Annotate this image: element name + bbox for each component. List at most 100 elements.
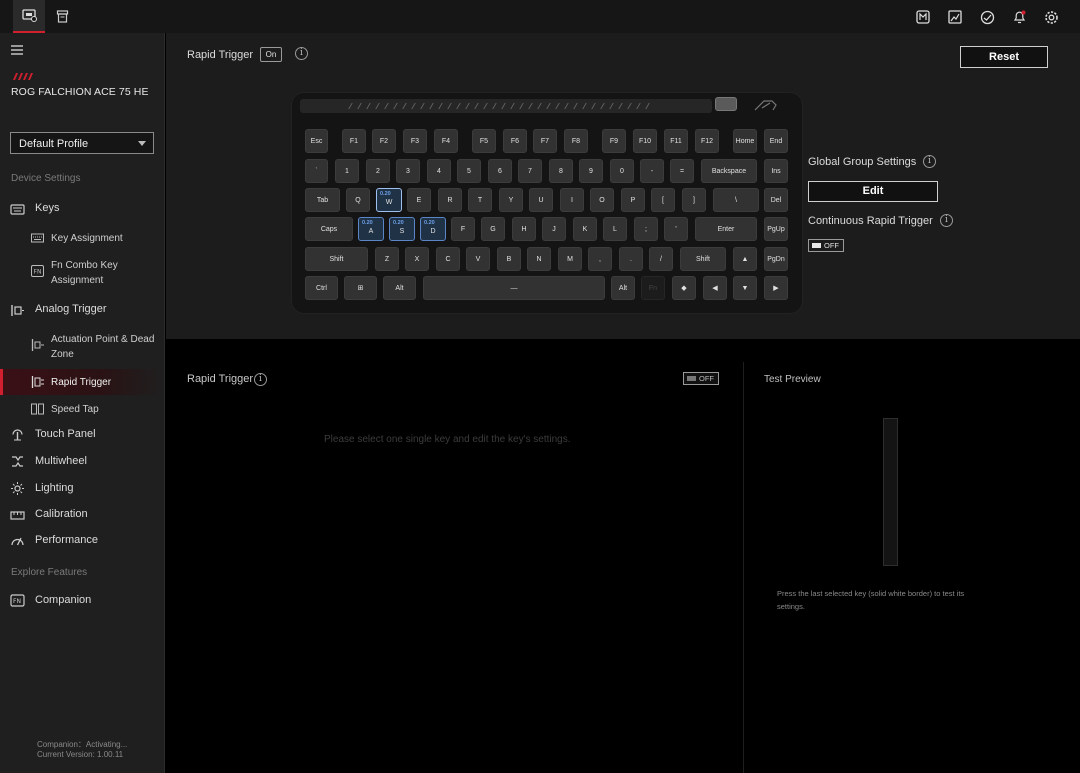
sidebar-item-companion[interactable]: FN Companion (0, 594, 164, 609)
key-q[interactable]: Q (346, 188, 370, 212)
sidebar-item-keys[interactable]: Keys (0, 202, 164, 217)
key-f3[interactable]: F3 (403, 129, 427, 153)
tab-store[interactable] (46, 0, 78, 33)
key-p[interactable]: P (621, 188, 645, 212)
key-f7[interactable]: F7 (533, 129, 557, 153)
key-d[interactable]: 0.20 D (420, 217, 446, 241)
sidebar-item-lighting[interactable]: Lighting (0, 482, 164, 497)
continuous-rapid-trigger-toggle[interactable]: OFF (808, 239, 844, 252)
key-enter[interactable]: Enter (695, 217, 757, 241)
info-icon[interactable]: i (254, 373, 267, 386)
key-symbol[interactable]: = (670, 159, 694, 183)
key-y[interactable]: Y (499, 188, 523, 212)
key-backspace[interactable]: Backspace (701, 159, 757, 183)
key-s[interactable]: 0.20 S (389, 217, 415, 241)
notifications-button[interactable] (1010, 8, 1028, 26)
key-f[interactable]: F (451, 217, 475, 241)
key-4[interactable]: 4 (427, 159, 451, 183)
settings-button[interactable] (1042, 8, 1060, 26)
key-symbol[interactable]: . (619, 247, 643, 271)
key-9[interactable]: 9 (579, 159, 603, 183)
key-f8[interactable]: F8 (564, 129, 588, 153)
key-j[interactable]: J (542, 217, 566, 241)
info-icon[interactable]: i (295, 47, 308, 60)
key-fn[interactable]: Fn (641, 276, 665, 300)
key-f12[interactable]: F12 (695, 129, 719, 153)
key-caps[interactable]: Caps (305, 217, 353, 241)
key-symbol[interactable]: ◆ (672, 276, 696, 300)
image-button[interactable] (946, 8, 964, 26)
key-symbol[interactable]: ▼ (733, 276, 757, 300)
key-g[interactable]: G (481, 217, 505, 241)
key-f2[interactable]: F2 (372, 129, 396, 153)
key-alt[interactable]: Alt (611, 276, 635, 300)
key-v[interactable]: V (466, 247, 490, 271)
key-pgup[interactable]: PgUp (764, 217, 788, 241)
key-e[interactable]: E (407, 188, 431, 212)
key-ctrl[interactable]: Ctrl (305, 276, 338, 300)
info-icon[interactable]: i (923, 155, 936, 168)
key-symbol[interactable]: — (423, 276, 605, 300)
key-f9[interactable]: F9 (602, 129, 626, 153)
key-end[interactable]: End (764, 129, 788, 153)
key-symbol[interactable]: ◀ (703, 276, 727, 300)
key-f1[interactable]: F1 (342, 129, 366, 153)
hamburger-menu-icon[interactable] (10, 44, 24, 56)
sidebar-item-analog-trigger[interactable]: Analog Trigger (0, 303, 164, 318)
key-symbol[interactable]: ▶ (764, 276, 788, 300)
key-t[interactable]: T (468, 188, 492, 212)
key-tab[interactable]: Tab (305, 188, 340, 212)
sidebar-item-fn-combo[interactable]: FN Fn Combo Key Assignment (0, 258, 164, 290)
tab-device[interactable] (13, 0, 45, 33)
key-symbol[interactable]: ' (664, 217, 688, 241)
macro-button[interactable] (914, 8, 932, 26)
key-shift[interactable]: Shift (680, 247, 726, 271)
key-f10[interactable]: F10 (633, 129, 657, 153)
key-w[interactable]: 0.20 W (376, 188, 402, 212)
key-1[interactable]: 1 (335, 159, 359, 183)
key-f6[interactable]: F6 (503, 129, 527, 153)
key-x[interactable]: X (405, 247, 429, 271)
key-2[interactable]: 2 (366, 159, 390, 183)
key-5[interactable]: 5 (457, 159, 481, 183)
reset-button[interactable]: Reset (960, 46, 1048, 68)
key-symbol[interactable]: ` (305, 159, 328, 183)
key-symbol[interactable]: ; (634, 217, 658, 241)
key-symbol[interactable]: , (588, 247, 612, 271)
key-symbol[interactable]: / (649, 247, 673, 271)
key-f11[interactable]: F11 (664, 129, 688, 153)
key-3[interactable]: 3 (396, 159, 420, 183)
key-f5[interactable]: F5 (472, 129, 496, 153)
sidebar-item-key-assignment[interactable]: Key Assignment (0, 231, 164, 247)
key-symbol[interactable]: \ (713, 188, 759, 212)
key-del[interactable]: Del (764, 188, 788, 212)
key-7[interactable]: 7 (518, 159, 542, 183)
key-c[interactable]: C (436, 247, 460, 271)
key-symbol[interactable]: [ (651, 188, 675, 212)
key-o[interactable]: O (590, 188, 614, 212)
key-i[interactable]: I (560, 188, 584, 212)
sidebar-item-performance[interactable]: Performance (0, 534, 164, 549)
sidebar-item-rapid-trigger[interactable]: Rapid Trigger (0, 369, 164, 395)
key-shift[interactable]: Shift (305, 247, 368, 271)
key-home[interactable]: Home (733, 129, 757, 153)
key-h[interactable]: H (512, 217, 536, 241)
info-icon[interactable]: i (940, 214, 953, 227)
key-symbol[interactable]: - (640, 159, 664, 183)
rapid-trigger-toggle[interactable]: OFF (683, 372, 719, 385)
sync-button[interactable] (978, 8, 996, 26)
key-0[interactable]: 0 (610, 159, 634, 183)
key-z[interactable]: Z (375, 247, 399, 271)
edit-button[interactable]: Edit (808, 181, 938, 202)
key-symbol[interactable]: ⊞ (344, 276, 377, 300)
key-esc[interactable]: Esc (305, 129, 328, 153)
key-symbol[interactable]: ▲ (733, 247, 757, 271)
key-pgdn[interactable]: PgDn (764, 247, 788, 271)
key-m[interactable]: M (558, 247, 582, 271)
key-b[interactable]: B (497, 247, 521, 271)
key-r[interactable]: R (438, 188, 462, 212)
key-ins[interactable]: Ins (764, 159, 788, 183)
key-symbol[interactable]: ] (682, 188, 706, 212)
profile-select[interactable]: Default Profile (10, 132, 154, 154)
key-l[interactable]: L (603, 217, 627, 241)
